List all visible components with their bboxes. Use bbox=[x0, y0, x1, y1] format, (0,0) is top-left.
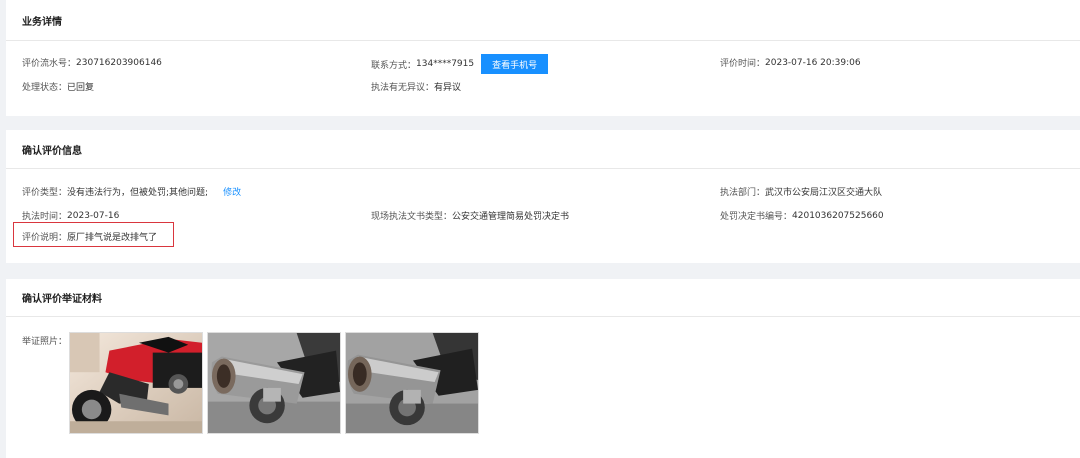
exhaust-photo-image bbox=[346, 333, 478, 433]
eval-type-field: 评价类型： 没有违法行为，但被处罚;其他问题; 修改 bbox=[22, 185, 241, 198]
motorcycle-photo-image bbox=[70, 333, 202, 433]
field-label: 举证照片： bbox=[22, 337, 68, 347]
field-label: 现场执法文书类型： bbox=[371, 212, 453, 222]
desc-field: 评价说明： 原厂排气说是改排气了 bbox=[22, 230, 157, 243]
dept-field: 执法部门： 武汉市公安局江汉区交通大队 bbox=[720, 185, 882, 198]
evidence-photo-exhaust-1[interactable] bbox=[207, 332, 341, 434]
field-label: 执法有无异议： bbox=[371, 83, 435, 93]
objection-field: 执法有无异议： 有异议 bbox=[371, 80, 461, 93]
field-label: 评价类型： bbox=[22, 188, 68, 198]
status-field: 处理状态： 已回复 bbox=[22, 80, 94, 93]
evidence-photo-exhaust-2[interactable] bbox=[345, 332, 479, 434]
field-value: 134****7915 bbox=[416, 59, 475, 69]
card-title: 业务详情 bbox=[22, 16, 62, 28]
field-value: 2023-07-16 20:39:06 bbox=[765, 57, 861, 68]
card-header: 业务详情 bbox=[6, 0, 1080, 41]
photos-label: 举证照片： bbox=[22, 334, 67, 347]
card-header: 确认评价信息 bbox=[6, 130, 1080, 169]
field-label: 处理状态： bbox=[22, 83, 68, 93]
card-title: 确认评价信息 bbox=[22, 145, 82, 157]
card-title: 确认评价举证材料 bbox=[22, 294, 102, 305]
edit-link[interactable]: 修改 bbox=[223, 185, 241, 198]
field-value: 已回复 bbox=[67, 83, 95, 93]
enforce-time-field: 执法时间： 2023-07-16 bbox=[22, 209, 120, 223]
field-value: 武汉市公安局江汉区交通大队 bbox=[765, 188, 883, 198]
decision-no-field: 处罚决定书编号： 4201036207525660 bbox=[720, 209, 884, 223]
contact-field: 联系方式： 134****7915 查看手机号 bbox=[371, 54, 549, 74]
field-label: 评价流水号： bbox=[22, 59, 77, 69]
field-value: 230716203906146 bbox=[76, 57, 162, 68]
card-header: 确认评价举证材料 bbox=[6, 279, 1080, 317]
field-value: 原厂排气说是改排气了 bbox=[67, 233, 158, 243]
field-value: 有异议 bbox=[434, 83, 462, 93]
field-value: 公安交通管理简易处罚决定书 bbox=[452, 212, 570, 222]
field-label: 评价时间： bbox=[720, 59, 766, 69]
evidence-photo-motorcycle[interactable] bbox=[69, 332, 203, 434]
serial-field: 评价流水号： 230716203906146 bbox=[22, 56, 162, 70]
exhaust-photo-image bbox=[208, 333, 340, 433]
field-value: 2023-07-16 bbox=[67, 210, 120, 221]
doc-type-field: 现场执法文书类型： 公安交通管理简易处罚决定书 bbox=[371, 209, 569, 222]
field-label: 处罚决定书编号： bbox=[720, 212, 793, 222]
field-value: 没有违法行为，但被处罚;其他问题; bbox=[67, 188, 209, 198]
field-label: 执法时间： bbox=[22, 212, 68, 222]
field-label: 评价说明： bbox=[22, 233, 68, 243]
field-value: 4201036207525660 bbox=[792, 210, 884, 221]
field-label: 联系方式： bbox=[371, 60, 417, 71]
view-phone-button[interactable]: 查看手机号 bbox=[481, 54, 549, 74]
field-label: 执法部门： bbox=[720, 188, 766, 198]
eval-time-field: 评价时间： 2023-07-16 20:39:06 bbox=[720, 56, 861, 70]
